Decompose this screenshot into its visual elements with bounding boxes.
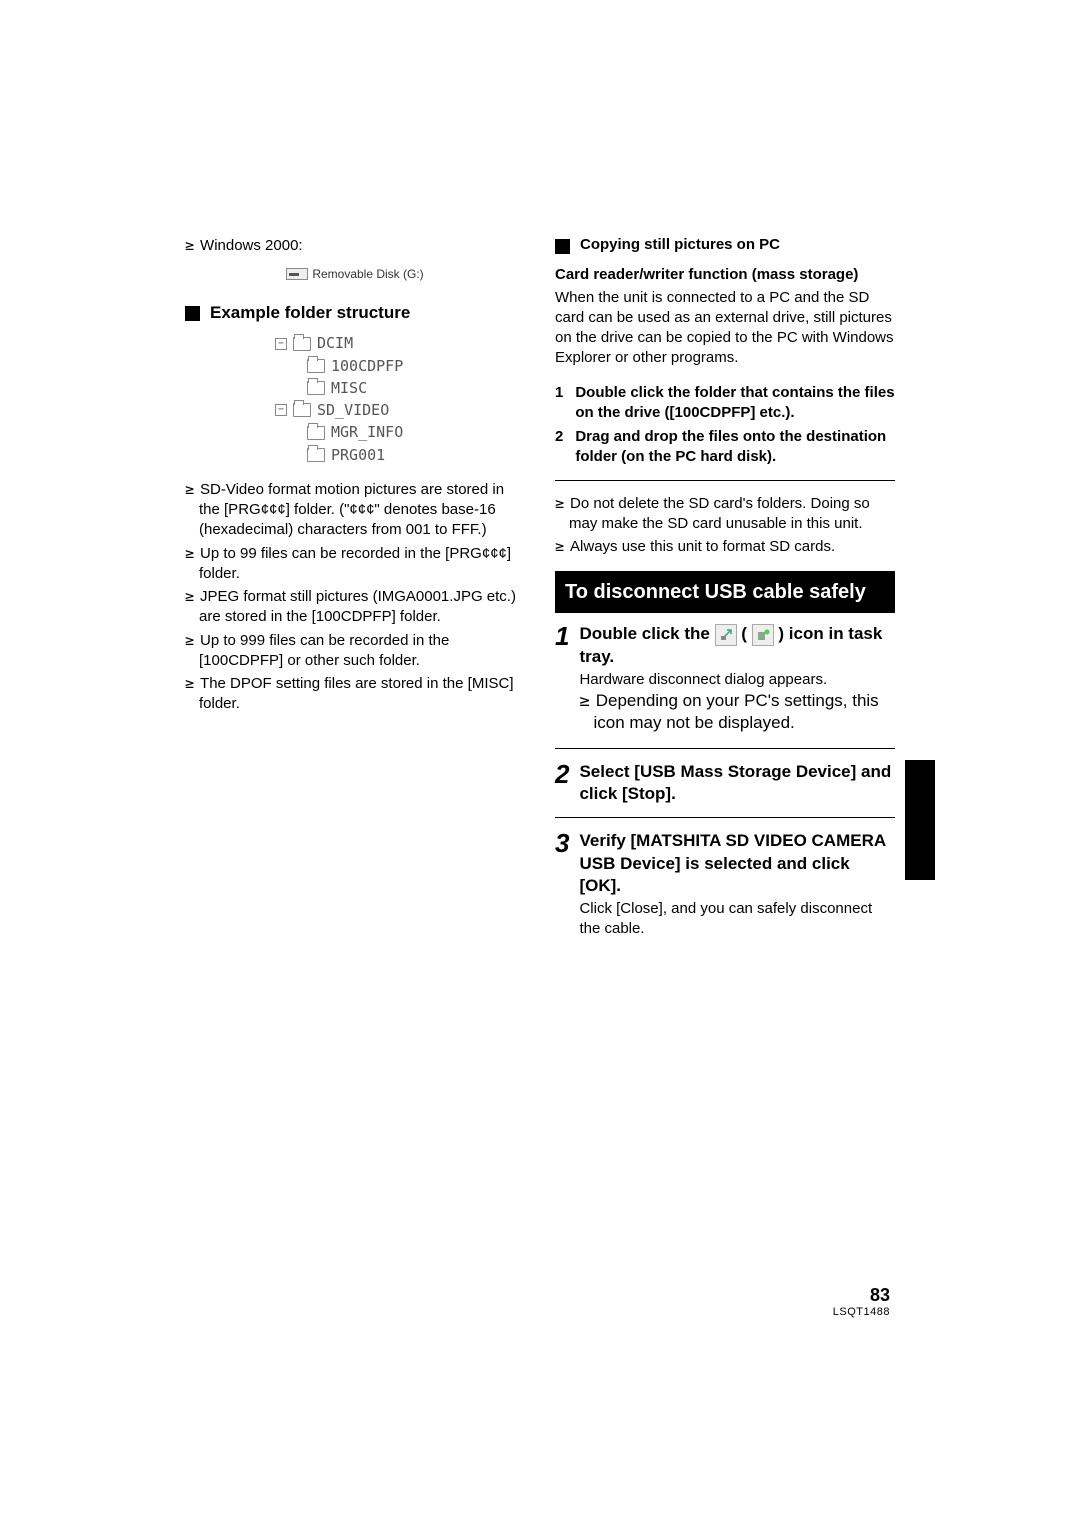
folder-icon: [293, 337, 311, 351]
copy-step-1: 1 Double click the folder that contains …: [555, 383, 895, 424]
folder-icon: [307, 426, 325, 440]
minus-icon: −: [275, 404, 287, 416]
divider: [555, 480, 895, 481]
list-item: Depending on your PC's settings, this ic…: [579, 690, 895, 734]
left-notes-list: SD-Video format motion pictures are stor…: [185, 479, 525, 715]
step1-subtext: Hardware disconnect dialog appears.: [579, 670, 895, 690]
folder-tree: − DCIM 100CDPFP MISC − SD_VIDEO MGR_INFO: [275, 333, 435, 465]
copy-step-2: 2 Drag and drop the files onto the desti…: [555, 427, 895, 468]
copy-notes-list: Do not delete the SD card's folders. Doi…: [555, 493, 895, 558]
safely-remove-icon-a: [715, 624, 737, 646]
list-item: SD-Video format motion pictures are stor…: [185, 479, 525, 541]
list-item: Always use this unit to format SD cards.: [555, 536, 895, 557]
disconnect-step-3: 3 Verify [MATSHITA SD VIDEO CAMERA USB D…: [555, 830, 895, 939]
page-footer: 83 LSQT1488: [833, 1285, 890, 1318]
disconnect-heading: To disconnect USB cable safely: [555, 571, 895, 613]
removable-disk-image: Removable Disk (G:): [185, 266, 525, 282]
safely-remove-icon-b: [752, 624, 774, 646]
divider: [555, 748, 895, 749]
list-item: Up to 999 files can be recorded in the […: [185, 630, 525, 672]
square-bullet-icon: [555, 239, 570, 254]
disconnect-step-2: 2 Select [USB Mass Storage Device] and c…: [555, 761, 895, 805]
tree-label: DCIM: [317, 333, 353, 353]
example-folder-heading: Example folder structure: [185, 302, 525, 325]
disk-icon: [286, 268, 308, 280]
tree-label: SD_VIDEO: [317, 400, 389, 420]
folder-icon: [293, 403, 311, 417]
folder-icon: [307, 359, 325, 373]
doc-code: LSQT1488: [833, 1306, 890, 1318]
folder-icon: [307, 448, 325, 462]
drive-label: Removable Disk (G:): [312, 266, 423, 282]
tree-label: 100CDPFP: [331, 356, 403, 376]
square-bullet-icon: [185, 306, 200, 321]
tree-label: MGR_INFO: [331, 422, 403, 442]
left-column: Windows 2000: Removable Disk (G:) Exampl…: [185, 235, 525, 939]
divider: [555, 817, 895, 818]
list-item: The DPOF setting files are stored in the…: [185, 673, 525, 715]
tree-label: MISC: [331, 378, 367, 398]
folder-icon: [307, 381, 325, 395]
minus-icon: −: [275, 338, 287, 350]
right-column: Copying still pictures on PC Card reader…: [555, 235, 895, 939]
step3-sub: Click [Close], and you can safely discon…: [579, 899, 895, 940]
tree-label: PRG001: [331, 445, 385, 465]
side-tab: [905, 760, 935, 880]
list-item: Do not delete the SD card's folders. Doi…: [555, 493, 895, 535]
card-reader-heading: Card reader/writer function (mass storag…: [555, 265, 895, 285]
disconnect-step-1: 1 Double click the ( ) icon in task tray…: [555, 623, 895, 736]
win2000-label: Windows 2000:: [185, 235, 525, 256]
page-number: 83: [833, 1285, 890, 1306]
card-reader-body: When the unit is connected to a PC and t…: [555, 288, 895, 369]
list-item: JPEG format still pictures (IMGA0001.JPG…: [185, 586, 525, 628]
copy-pictures-heading: Copying still pictures on PC: [580, 235, 780, 255]
list-item: Up to 99 files can be recorded in the [P…: [185, 543, 525, 585]
